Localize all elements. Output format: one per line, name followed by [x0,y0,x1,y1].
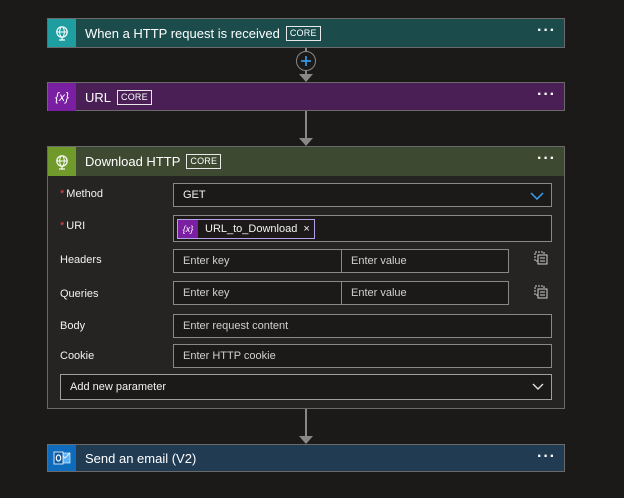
body-input[interactable] [173,314,552,338]
uri-label: * URI [60,220,85,232]
connector-arrow [299,138,313,146]
globe-icon [56,26,68,41]
headers-key-input-box[interactable] [183,255,341,267]
url-more-button[interactable]: ··· [537,87,556,103]
connector-arrow [299,74,313,82]
remove-token-button[interactable]: × [303,223,309,235]
queries-label: Queries [60,288,99,300]
url-title: URL [85,89,112,105]
body-label: Body [60,320,86,332]
outlook-icon [53,451,71,465]
download-http-header[interactable]: Download HTTP CORE [48,147,564,176]
queries-value-input-box[interactable] [351,287,508,299]
add-parameter-text: Add new parameter [70,381,166,393]
email-header[interactable]: Send an email (V2) [48,445,564,471]
plus-icon [301,56,311,66]
email-icon-box [48,445,76,471]
trigger-core-badge: CORE [285,25,321,41]
cookie-input[interactable] [173,344,552,368]
connector-arrow [299,436,313,444]
required-marker: * [60,220,65,232]
variable-icon: {x} [48,83,76,111]
variable-icon: {x} [178,219,198,238]
method-label-text: Method [66,188,103,200]
headers-value-input-box[interactable] [351,255,508,267]
method-value: GET [183,189,206,201]
trigger-title: When a HTTP request is received [85,25,280,41]
uri-token[interactable]: {x} URL_to_Download × [177,218,315,239]
trigger-header[interactable]: When a HTTP request is received CORE [48,19,564,47]
variable-icon-text: {x} [54,90,69,104]
uri-token-text: URL_to_Download [205,222,298,235]
trigger-card[interactable]: When a HTTP request is received CORE ··· [47,18,565,48]
http-icon-box [48,147,76,176]
method-label: * Method [60,188,103,200]
email-title: Send an email (V2) [85,450,197,466]
download-http-more-button[interactable]: ··· [537,151,556,167]
url-card[interactable]: {x} URL CORE ··· [47,82,565,111]
email-more-button[interactable]: ··· [537,449,556,465]
globe-icon [56,154,68,170]
cookie-input-box[interactable] [183,350,551,362]
method-dropdown[interactable]: GET [173,183,552,207]
required-marker: * [60,188,65,200]
download-http-title: Download HTTP [85,154,181,169]
queries-key-input[interactable] [173,281,342,305]
uri-label-text: URI [66,220,86,232]
insert-step-button[interactable] [296,51,316,71]
download-http-card[interactable]: Download HTTP CORE ··· * Method GET * URI … [47,146,565,409]
queries-value-input[interactable] [341,281,509,305]
queries-key-input-box[interactable] [183,287,341,299]
headers-value-input[interactable] [341,249,509,273]
body-input-box[interactable] [183,320,551,332]
download-http-core-badge: CORE [186,154,222,169]
uri-field[interactable]: {x} URL_to_Download × [173,215,552,242]
chevron-down-icon [530,192,544,200]
url-core-badge: CORE [117,89,152,105]
trigger-more-button[interactable]: ··· [537,23,556,39]
chevron-down-icon [532,383,544,390]
add-parameter-dropdown[interactable]: Add new parameter [60,374,552,400]
text-mode-icon[interactable] [534,285,548,299]
cookie-label: Cookie [60,350,95,362]
url-header[interactable]: {x} URL CORE [48,83,564,111]
headers-label: Headers [60,254,102,266]
headers-key-input[interactable] [173,249,342,273]
text-mode-icon[interactable] [534,251,548,265]
trigger-icon-box [48,19,76,47]
email-card[interactable]: Send an email (V2) ··· [47,444,565,472]
